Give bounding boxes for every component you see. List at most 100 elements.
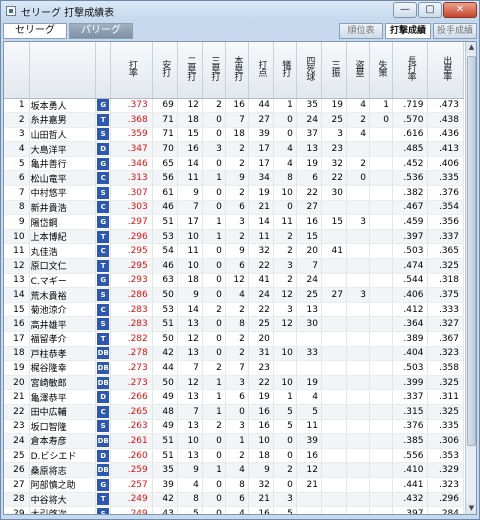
table-row[interactable]: 15 菊池涼介 C .283 53 14 2 2 22 3 13.412.333 [4, 302, 464, 318]
slugging-cell: .397 [392, 506, 429, 514]
sacrifice-cell: 10 [273, 346, 297, 362]
column-header[interactable]: 二塁打 [177, 42, 203, 99]
column-header-label: 三振 [329, 60, 340, 77]
triples-cell: 0 [202, 185, 226, 201]
table-row[interactable]: 23 坂口智隆 S .263 49 13 2 3 16 5 11.376.335 [4, 419, 464, 435]
sacrifice-cell: 0 [273, 200, 297, 216]
walks-cell [296, 506, 322, 514]
column-header[interactable]: 打率 [110, 42, 153, 99]
column-header[interactable]: 打点 [248, 42, 274, 99]
on-base-cell: .356 [427, 214, 464, 230]
standings-button[interactable]: 順位表 [339, 23, 383, 39]
table-row[interactable]: 5 亀井善行 G .346 65 14 0 2 17 4 19 32 2.452.406 [4, 156, 464, 172]
table-row[interactable]: 4 大島洋平 D .347 70 16 3 2 17 4 13 23.485.413 [4, 141, 464, 157]
column-header[interactable]: 失策 [369, 42, 393, 99]
table-row[interactable]: 24 倉本寿彦 DB .261 51 10 0 1 10 0 39.385.306 [4, 433, 464, 449]
errors-cell [369, 287, 393, 303]
table-row[interactable]: 11 丸佳浩 C .295 54 11 0 9 32 2 20 41.503.365 [4, 243, 464, 260]
table-row[interactable]: 20 宮崎敏郎 DB .273 50 12 1 3 22 10 19 .399.325 [4, 375, 464, 391]
table-row[interactable]: 16 高井雄平 S .283 51 13 0 8 25 12 30 .364.327 [4, 316, 464, 332]
walks-cell: 5 [296, 404, 322, 420]
title-bar[interactable]: セリーグ 打撃成績表 — ▢ ✕ [1, 1, 479, 21]
sacrifice-cell: 4 [273, 141, 297, 157]
column-header[interactable] [29, 42, 97, 99]
errors-cell: 0 [369, 112, 393, 128]
table-row[interactable]: 9 陽岱鋼 G .297 51 17 1 3 14 11 16 15 3.459.356 [4, 214, 464, 230]
table-row[interactable]: 7 中村悠平 S .307 61 9 0 2 19 10 22 30 .382.376 [4, 185, 464, 201]
pitching-stats-button[interactable]: 投手成績 [433, 23, 477, 39]
table-row[interactable]: 6 松山竜平 C .313 56 11 1 9 34 8 6 22 0.536.335 [4, 170, 464, 187]
scroll-down-arrow-icon[interactable]: ▼ [466, 503, 476, 514]
table-row[interactable]: 13 C.マギー G .293 63 18 0 12 41 2 24 .544.318 [4, 273, 464, 289]
column-header[interactable]: 本塁打 [225, 42, 249, 99]
column-header[interactable]: 犠打 [273, 42, 297, 99]
on-base-cell: .335 [427, 170, 464, 187]
column-header[interactable]: 三振 [321, 42, 347, 99]
doubles-cell: 8 [177, 492, 203, 508]
batting-average-cell: .259 [110, 462, 153, 478]
team-badge-icon: G [97, 274, 110, 287]
doubles-cell: 7 [177, 360, 203, 376]
batting-stats-button[interactable]: 打撃成績 [385, 23, 431, 39]
column-header[interactable] [95, 42, 111, 99]
column-header[interactable]: 出塁率 [427, 42, 464, 99]
on-base-cell: .318 [427, 273, 464, 289]
maximize-button[interactable]: ▢ [418, 2, 442, 18]
table-row[interactable]: 14 荒木貴裕 S .286 50 9 0 4 24 12 25 27 3 .406.375 [4, 287, 464, 303]
stolen-bases-cell [346, 419, 370, 435]
column-header[interactable]: 盗塁 [346, 42, 370, 99]
rbi-cell: 11 [248, 229, 274, 245]
close-button[interactable]: ✕ [443, 2, 477, 18]
hits-cell: 35 [152, 462, 178, 478]
table-row[interactable]: 2 糸井嘉男 T .368 71 18 0 7 27 0 24 25 2 0.570.438 [4, 112, 464, 128]
column-header[interactable]: 四死球 [296, 42, 322, 99]
triples-cell: 0 [202, 477, 226, 493]
column-header[interactable] [4, 42, 30, 99]
vertical-scrollbar[interactable]: ▲ ▼ [465, 42, 476, 514]
doubles-cell: 14 [177, 156, 203, 172]
scrollbar-thumb[interactable] [467, 56, 476, 446]
strikeouts-cell: 19 [321, 98, 347, 114]
table-row[interactable]: 21 亀澤恭平 D .266 49 13 1 6 19 1 4.337.311 [4, 389, 464, 405]
player-name-cell: 中谷将大 [29, 492, 97, 508]
team-cell: C [95, 170, 111, 187]
toolbar: セリーグ パリーグ 順位表 打撃成績 投手成績 [3, 22, 477, 40]
table-row[interactable]: 12 原口文仁 T .295 46 10 0 6 22 3 7 .474.325 [4, 258, 464, 274]
strikeouts-cell [321, 346, 347, 362]
slugging-cell: .406 [392, 287, 429, 303]
column-header-label: 安打 [160, 60, 171, 77]
minimize-button[interactable]: — [393, 2, 417, 18]
table-row[interactable]: 29大引啓次S.24943504165.397.284 [4, 506, 464, 514]
team-cell: D [95, 141, 111, 157]
table-row[interactable]: 1 坂本勇人 G .373 69 12 2 16 44 1 35 19 4 1.719.473 [4, 98, 464, 114]
table-row[interactable]: 17 福留孝介 T .282 50 12 0 2 20 .389.367 [4, 331, 464, 347]
table-row[interactable]: 27 阿部慎之助 G .257 39 4 0 8 32 0 21.441.323 [4, 477, 464, 493]
table-row[interactable]: 8 新井貴浩 C .303 46 7 0 6 21 0 27.467.354 [4, 200, 464, 216]
table-row[interactable]: 28 中谷将大 T .249 42 8 0 6 21 3 .432.296 [4, 492, 464, 508]
on-base-cell: .375 [427, 287, 464, 303]
hits-cell: 53 [152, 229, 178, 245]
column-header[interactable]: 安打 [152, 42, 178, 99]
rank-cell: 21 [4, 389, 30, 405]
column-header[interactable]: 長打率 [392, 42, 429, 99]
table-row[interactable]: 19 梶谷隆幸 DB .273 44 7 2 7 23.503.358 [4, 360, 464, 376]
slugging-cell: .364 [392, 316, 429, 332]
table-row[interactable]: 18 戸柱恭孝 DB .278 42 13 0 2 31 10 33 .404.323 [4, 346, 464, 362]
batting-average-cell: .296 [110, 229, 153, 245]
table-row[interactable]: 3 山田哲人 S .359 71 15 0 18 39 0 37 3 4.616.436 [4, 127, 464, 143]
table-row[interactable]: 10 上本博紀 T .296 53 10 1 2 11 2 15.397.337 [4, 229, 464, 245]
tab-pacific-league[interactable]: パリーグ [69, 23, 133, 39]
strikeouts-cell: 3 [321, 127, 347, 143]
stolen-bases-cell: 3 [346, 287, 370, 303]
strikeouts-cell [321, 273, 347, 289]
strikeouts-cell [321, 302, 347, 318]
table-row[interactable]: 26 桑原将志 DB .259 35 9 1 4 9 2 12.410.329 [4, 462, 464, 478]
batting-average-cell: .297 [110, 214, 153, 230]
table-row[interactable]: 25 D.ビシエド D .260 51 13 0 2 18 0 16.556.353 [4, 448, 464, 464]
column-header[interactable]: 三塁打 [202, 42, 226, 99]
tab-central-league[interactable]: セリーグ [3, 23, 67, 39]
scroll-up-arrow-icon[interactable]: ▲ [466, 42, 476, 53]
column-header-label: 打点 [256, 60, 267, 77]
team-badge-icon: C [97, 172, 110, 185]
table-row[interactable]: 22 田中広輔 C .265 48 7 1 0 16 5 5.315.325 [4, 404, 464, 420]
